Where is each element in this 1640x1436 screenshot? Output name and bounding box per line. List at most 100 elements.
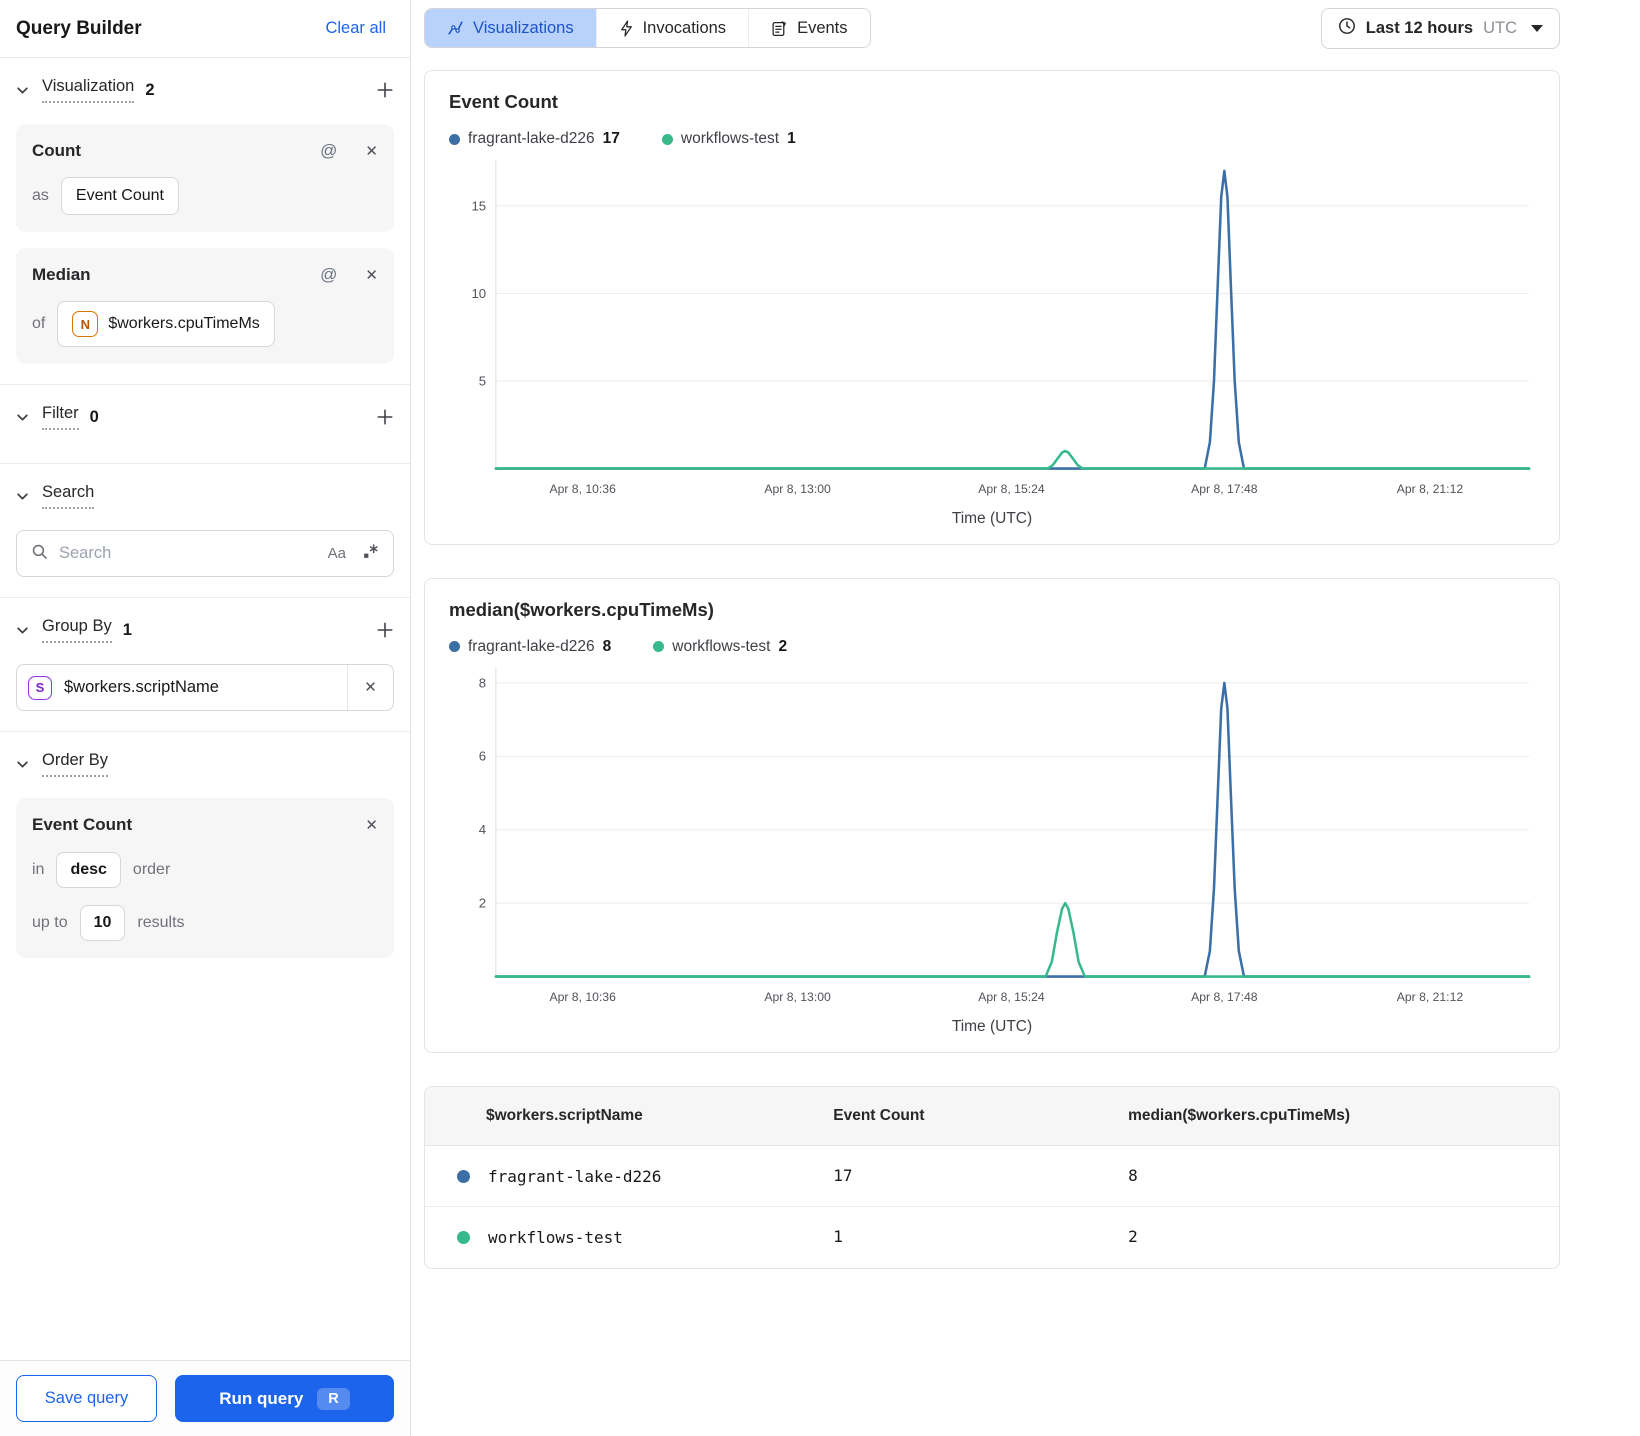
svg-text:Apr 8, 13:00: Apr 8, 13:00 — [764, 990, 831, 1004]
legend-item[interactable]: fragrant-lake-d226 17 — [449, 130, 620, 148]
order-by-field: Event Count — [32, 815, 133, 834]
svg-text:Apr 8, 21:12: Apr 8, 21:12 — [1397, 990, 1464, 1004]
chevron-down-icon[interactable] — [16, 624, 29, 637]
save-query-button[interactable]: Save query — [16, 1375, 157, 1422]
visualization-count: 2 — [145, 80, 155, 99]
chevron-down-icon[interactable] — [16, 84, 29, 97]
sidebar-body: Visualization 2 Count @ ✕ as Event Count… — [0, 58, 410, 1360]
in-label: in — [32, 861, 45, 878]
remove-group-by-icon[interactable]: ✕ — [347, 665, 393, 710]
median-cell: 2 — [1128, 1227, 1138, 1247]
alias-icon[interactable]: @ — [320, 265, 337, 285]
series-name: fragrant-lake-d226 — [468, 130, 595, 147]
line-chart[interactable]: 2 4 6 8 Apr 8, 10:36 Apr 8, 13:00 Apr 8, 15:24… — [449, 666, 1535, 1010]
string-type-icon: S — [28, 675, 52, 700]
clear-all-button[interactable]: Clear all — [319, 18, 392, 39]
remove-visualization-icon[interactable]: ✕ — [365, 268, 378, 283]
limit-input[interactable]: 10 — [79, 905, 126, 941]
add-visualization-button[interactable] — [376, 81, 394, 99]
svg-text:10: 10 — [471, 286, 486, 301]
x-axis-label: Time (UTC) — [951, 1017, 1033, 1035]
filter-count: 0 — [89, 407, 99, 426]
tab-events[interactable]: Events — [748, 9, 870, 47]
alias-value: Event Count — [75, 187, 164, 204]
section-filter: Filter 0 — [0, 385, 410, 464]
column-header-event-count: Event Count — [833, 1086, 1129, 1147]
group-by-count: 1 — [122, 620, 132, 639]
svg-text:Apr 8, 15:24: Apr 8, 15:24 — [978, 990, 1045, 1004]
chevron-down-icon[interactable] — [16, 490, 29, 503]
clock-icon — [1338, 17, 1356, 40]
legend-item[interactable]: workflows-test 1 — [661, 130, 796, 148]
direction-select[interactable]: desc — [56, 852, 121, 888]
series-total: 2 — [778, 637, 788, 655]
tab-label: Events — [797, 18, 848, 37]
svg-text:6: 6 — [479, 748, 486, 763]
regex-icon[interactable] — [362, 543, 379, 565]
add-filter-button[interactable] — [376, 408, 394, 426]
time-range-picker[interactable]: Last 12 hours UTC — [1320, 8, 1560, 49]
alias-icon[interactable]: @ — [320, 141, 337, 161]
run-query-label: Run query — [219, 1388, 304, 1408]
results-label: results — [137, 914, 185, 931]
series-name: fragrant-lake-d226 — [468, 637, 595, 655]
match-case-icon[interactable]: Aa — [328, 545, 346, 562]
chart-legend: fragrant-lake-d226 17 workflows-test 1 — [449, 130, 1535, 148]
chart-legend: fragrant-lake-d226 8 workflows-test 2 — [449, 638, 1535, 656]
table-row[interactable]: workflows-test 1 2 — [425, 1206, 1559, 1268]
series-dot — [449, 641, 460, 653]
search-input[interactable]: Search Aa — [16, 530, 394, 577]
timezone-value: UTC — [1483, 19, 1517, 37]
dropdown-caret-icon — [1531, 25, 1543, 32]
alias-value-box[interactable]: Event Count — [60, 177, 179, 215]
svg-text:Apr 8, 10:36: Apr 8, 10:36 — [549, 482, 616, 496]
series-name: workflows-test — [680, 130, 780, 147]
svg-text:4: 4 — [479, 822, 486, 837]
results-table-card: $workers.scriptName Event Count median($… — [424, 1085, 1560, 1269]
svg-text:Apr 8, 13:00: Apr 8, 13:00 — [764, 482, 831, 496]
legend-item[interactable]: fragrant-lake-d226 8 — [449, 638, 611, 656]
search-placeholder: Search — [59, 544, 112, 562]
series-dot — [457, 1169, 470, 1183]
series-total: 17 — [602, 130, 620, 147]
tab-visualizations[interactable]: Visualizations — [425, 9, 596, 47]
legend-item[interactable]: workflows-test 2 — [653, 638, 787, 656]
section-order-by: Order By Event Count ✕ in desc order up … — [0, 732, 410, 978]
line-chart[interactable]: 5 10 15 Apr 8, 10:36 Apr 8, 13:00 Apr 8, 15:2… — [449, 158, 1535, 502]
svg-text:15: 15 — [471, 198, 486, 213]
chevron-down-icon[interactable] — [16, 758, 29, 771]
series-dot — [653, 641, 665, 653]
filter-label: Filter — [42, 404, 79, 430]
series-total: 1 — [787, 130, 796, 147]
chevron-down-icon[interactable] — [16, 411, 29, 424]
table-row[interactable]: fragrant-lake-d226 17 8 — [425, 1146, 1559, 1207]
group-by-item[interactable]: S $workers.scriptName ✕ — [16, 664, 394, 711]
svg-text:2: 2 — [479, 895, 486, 910]
chart-card-median-cputime: median($workers.cpuTimeMs) fragrant-lake… — [424, 577, 1560, 1053]
add-group-by-button[interactable] — [376, 621, 394, 639]
run-shortcut-badge: R — [317, 1387, 350, 1410]
tab-invocations[interactable]: Invocations — [595, 9, 749, 47]
remove-order-by-icon[interactable]: ✕ — [365, 818, 378, 833]
visualization-card-median: Median @ ✕ of N $workers.cpuTimeMs — [16, 248, 394, 364]
as-label: as — [32, 187, 49, 204]
time-range-value: Last 12 hours — [1365, 19, 1474, 37]
field-value-box[interactable]: N $workers.cpuTimeMs — [57, 301, 275, 347]
svg-text:Apr 8, 17:48: Apr 8, 17:48 — [1191, 990, 1258, 1004]
median-cell: 8 — [1128, 1166, 1138, 1186]
series-name: workflows-test — [672, 637, 771, 655]
aggregation-name: Median — [32, 265, 91, 284]
series-total: 8 — [602, 637, 612, 655]
section-group-by: Group By 1 S $workers.scriptName ✕ — [0, 598, 410, 732]
event-count-cell: 1 — [833, 1227, 843, 1247]
table-header-row: $workers.scriptName Event Count median($… — [425, 1086, 1559, 1147]
svg-text:Apr 8, 15:24: Apr 8, 15:24 — [978, 482, 1045, 496]
visualization-card-count: Count @ ✕ as Event Count — [16, 124, 394, 232]
field-value: $workers.cpuTimeMs — [108, 315, 260, 332]
up-to-label: up to — [32, 914, 68, 931]
run-query-button[interactable]: Run query R — [175, 1375, 394, 1422]
remove-visualization-icon[interactable]: ✕ — [365, 144, 378, 159]
group-by-label: Group By — [42, 617, 112, 643]
x-axis-label: Time (UTC) — [951, 509, 1033, 527]
event-count-cell: 17 — [833, 1166, 853, 1186]
